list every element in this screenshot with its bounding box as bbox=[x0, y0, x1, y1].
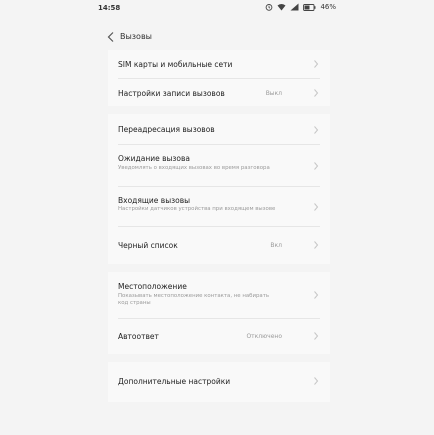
status-time: 14:58 bbox=[98, 4, 121, 12]
settings-item-blacklist[interactable]: Черный список Вкл bbox=[108, 226, 330, 264]
battery-percent: 46% bbox=[320, 3, 336, 11]
status-icons: 46% bbox=[265, 3, 336, 11]
chevron-right-icon bbox=[314, 377, 319, 385]
item-title: SIM карты и мобильные сети bbox=[118, 60, 233, 69]
chevron-right-icon bbox=[314, 332, 319, 340]
status-bar: 14:58 46% bbox=[0, 0, 434, 22]
settings-item-call-waiting[interactable]: Ожидание вызова Уведомлять о входящих вы… bbox=[108, 144, 330, 186]
chevron-right-icon bbox=[314, 241, 319, 249]
page-title: Вызовы bbox=[120, 32, 152, 41]
settings-item-call-recording[interactable]: Настройки записи вызовов Выкл bbox=[108, 78, 330, 106]
settings-item-location[interactable]: Местоположение Показывать местоположение… bbox=[108, 272, 330, 318]
chevron-right-icon bbox=[314, 291, 319, 299]
settings-item-autoanswer[interactable]: Автоответ Отключено bbox=[108, 318, 330, 354]
item-title: Автоответ bbox=[118, 332, 159, 341]
settings-item-advanced[interactable]: Дополнительные настройки bbox=[108, 362, 330, 402]
settings-item-sim[interactable]: SIM карты и мобильные сети bbox=[108, 50, 330, 78]
item-title: Переадресация вызовов bbox=[118, 125, 215, 134]
alarm-icon bbox=[266, 4, 273, 11]
item-subtitle: Показывать местоположение контакта, не н… bbox=[118, 293, 270, 306]
item-value: Выкл bbox=[265, 90, 282, 97]
item-title: Входящие вызовы bbox=[118, 196, 191, 205]
item-title: Настройки записи вызовов bbox=[118, 89, 225, 98]
app-header: Вызовы bbox=[0, 24, 434, 50]
item-title: Дополнительные настройки bbox=[118, 377, 231, 386]
item-value: Вкл bbox=[270, 242, 282, 249]
item-title: Черный список bbox=[118, 241, 178, 250]
chevron-right-icon bbox=[314, 126, 319, 134]
battery-icon bbox=[303, 3, 316, 11]
settings-item-call-forwarding[interactable]: Переадресация вызовов bbox=[108, 114, 330, 144]
signal-icon bbox=[290, 3, 299, 11]
chevron-right-icon bbox=[314, 60, 319, 68]
item-value: Отключено bbox=[246, 333, 282, 340]
item-title: Местоположение bbox=[118, 282, 187, 291]
item-subtitle: Уведомлять о входящих вызовах во время р… bbox=[118, 165, 270, 171]
item-title: Ожидание вызова bbox=[118, 154, 191, 163]
item-subtitle: Настройки датчиков устройства при входящ… bbox=[118, 206, 276, 212]
chevron-right-icon bbox=[314, 89, 319, 97]
chevron-right-icon bbox=[314, 203, 319, 211]
settings-item-incoming-calls[interactable]: Входящие вызовы Настройки датчиков устро… bbox=[108, 186, 330, 226]
chevron-right-icon bbox=[314, 162, 319, 170]
chevron-left-icon[interactable] bbox=[104, 30, 118, 44]
wifi-icon bbox=[277, 4, 286, 11]
